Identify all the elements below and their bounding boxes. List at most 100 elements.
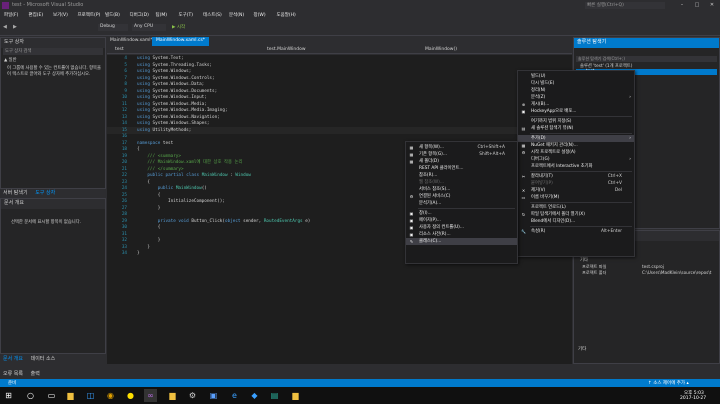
menu-item[interactable]: 도구(T) <box>179 12 194 18</box>
tab-mainwindow-xaml-cs[interactable]: MainWindow.xaml.cs* <box>152 37 210 46</box>
menu-item[interactable]: ⚙ 시작 프로젝트로 설정(A) <box>518 149 634 156</box>
menu-item[interactable]: ▣ 페이지(P)... <box>406 217 517 224</box>
menu-item[interactable]: 창(W) <box>254 12 266 18</box>
menu-item[interactable]: ▣ 리소스 사전(R)... <box>406 231 517 238</box>
property-row[interactable]: 프로젝트 폴더 C:\Users\MadKlein\source\repos\t <box>576 270 717 276</box>
menu-item[interactable]: ▦ 새 항목(W)... Ctrl+Shift+A <box>406 144 517 151</box>
search-icon[interactable]: ○ <box>24 389 37 402</box>
menu-item[interactable]: 분석기(A)... <box>406 200 517 207</box>
settings-icon[interactable]: ⚙ <box>186 389 199 402</box>
close-button[interactable]: ✕ <box>705 0 719 10</box>
start-button[interactable]: ▶ 시작 <box>172 24 185 30</box>
photos-icon[interactable]: ▣ <box>207 389 220 402</box>
menu-item-icon <box>521 95 526 100</box>
toolbox-tabs: 서버 탐색기 도구 상자 <box>0 189 106 197</box>
title-bar: test - Microsoft Visual Studio 빠른 실행(Ctr… <box>0 0 720 11</box>
menu-item-label: Blend에서 디자인(D)... <box>531 219 576 224</box>
file-explorer-icon[interactable]: ▆ <box>64 389 77 402</box>
minimize-button[interactable]: – <box>675 0 689 10</box>
windows-start-icon[interactable]: ⊞ <box>2 389 15 402</box>
menu-item-label: NuGet 패키지 관리(N)... <box>531 143 578 148</box>
menu-item[interactable]: Blend에서 디자인(D)... <box>518 218 634 225</box>
menu-item[interactable]: 프로젝트 언로드(L) <box>518 204 634 211</box>
forward-icon[interactable]: ▶ <box>13 24 17 30</box>
menu-item[interactable]: 빌드(B) <box>105 12 120 18</box>
chrome-icon[interactable]: ◉ <box>104 389 117 402</box>
menu-item[interactable]: ✂ 잘라내기(T) Ctrl+X <box>518 173 634 180</box>
menu-separator <box>530 116 632 117</box>
menu-item[interactable]: ⚙ 연결된 서비스(C) <box>406 193 517 200</box>
menu-item[interactable]: ▦ NuGet 패키지 관리(N)... <box>518 142 634 149</box>
kakaotalk-icon[interactable]: ● <box>124 389 137 402</box>
menu-item[interactable]: ▦ 기존 항목(G)... Shift+Alt+A <box>406 151 517 158</box>
menu-item[interactable]: ▭ 이름 바꾸기(M) <box>518 194 634 201</box>
menu-item[interactable]: 프로젝트에서 Interactive 초기화 <box>518 163 634 170</box>
menu-item[interactable]: 보기(V) <box>53 12 68 18</box>
back-icon[interactable]: ◀ <box>3 24 7 30</box>
menu-item[interactable]: 도움말(H) <box>277 12 296 18</box>
config-select[interactable]: Debug <box>98 24 128 31</box>
menu-item[interactable]: ✕ 제거(V) Del <box>518 187 634 194</box>
toolbox-search[interactable]: 도구 상자 검색 <box>3 48 103 55</box>
menu-item-label: 페이지(P)... <box>419 218 441 223</box>
maximize-button[interactable]: □ <box>690 0 704 10</box>
menu-item[interactable]: 참조(R)... <box>406 172 517 179</box>
menu-item-label: 시작 프로젝트로 설정(A) <box>531 150 576 155</box>
menu-item[interactable]: 디버그(D) <box>130 12 149 18</box>
menu-item[interactable]: 팀(M) <box>156 12 168 18</box>
menu-item[interactable]: ▤ 새 솔루션 탐색기 뷰(N) <box>518 125 634 132</box>
solution-search[interactable]: 솔루션 탐색기 검색(Ctrl+;) <box>576 56 717 62</box>
menu-item[interactable]: ⊕ 게시(B)... <box>518 101 634 108</box>
tab-document-outline[interactable]: 문서 개요 <box>0 355 26 365</box>
tab-data-sources[interactable]: 데이터 소스 <box>28 355 59 365</box>
tab-mainwindow-xaml[interactable]: MainWindow.xaml* <box>110 38 153 43</box>
property-value: test.csproj <box>642 264 664 269</box>
menu-item[interactable]: 테스트(S) <box>203 12 222 18</box>
menu-item[interactable]: ✎ 클래스(C)... <box>406 238 517 245</box>
menu-item[interactable]: ▣ 창(I)... <box>406 210 517 217</box>
menu-item[interactable]: ↻ 파일 탐색기에서 폴더 열기(X) <box>518 211 634 218</box>
app-icon[interactable]: ◆ <box>248 389 261 402</box>
menu-item[interactable]: ▦ 새 폴더(D) <box>406 158 517 165</box>
source-control-button[interactable]: ↑ 소스 제어에 추가 ▴ <box>648 380 689 386</box>
nav-class-select[interactable]: test.MainWindow <box>267 47 306 52</box>
menu-item[interactable]: 추가(D) › <box>518 135 634 142</box>
menu-item[interactable]: ▣ 사용자 정의 컨트롤(U)... <box>406 224 517 231</box>
menu-item[interactable]: 웹 참조(W)... <box>406 179 517 186</box>
quick-launch-input[interactable]: 빠른 실행(Ctrl+Q) <box>585 2 665 9</box>
menu-item-icon <box>521 74 526 79</box>
folder-icon[interactable]: ▆ <box>166 389 179 402</box>
platform-select[interactable]: Any CPU <box>132 24 166 31</box>
menu-item[interactable]: 편집(E) <box>29 12 44 18</box>
menu-item[interactable]: 다시 빌드(E) <box>518 80 634 87</box>
menu-item[interactable]: 붙여넣기(P) Ctrl+V <box>518 180 634 187</box>
edge-icon[interactable]: e <box>228 389 241 402</box>
menu-item[interactable]: 빌드(U) <box>518 73 634 80</box>
menu-item[interactable]: REST API 클라이언트... <box>406 165 517 172</box>
menu-item-icon <box>409 187 414 192</box>
menu-item-icon <box>521 164 526 169</box>
menu-item-icon: ⊕ <box>521 102 526 107</box>
app3-icon[interactable]: ▆ <box>289 389 302 402</box>
toolbox-title: 도구 상자 <box>1 38 105 48</box>
menu-item[interactable]: 여기까지 범위 지정(S) <box>518 118 634 125</box>
app2-icon[interactable]: ▤ <box>268 389 281 402</box>
nav-project-select[interactable]: test <box>115 47 124 52</box>
menu-item[interactable]: 🔧 속성(R) Alt+Enter <box>518 228 634 235</box>
nav-member-select[interactable]: MainWindow() <box>425 47 457 52</box>
menu-item[interactable]: 디버그(G) › <box>518 156 634 163</box>
menu-item[interactable]: 정리(N) <box>518 87 634 94</box>
visual-studio-icon[interactable]: ∞ <box>144 389 157 402</box>
menu-item[interactable]: 프로젝트(P) <box>78 12 101 18</box>
menu-item[interactable]: 분석(N) <box>229 12 244 18</box>
editor-navbar: test test.MainWindow MainWindow() <box>107 46 572 54</box>
menu-item[interactable]: 파일(F) <box>4 12 18 18</box>
window-title: test - Microsoft Visual Studio <box>12 2 84 8</box>
menu-item[interactable]: 분석(Z) › <box>518 94 634 101</box>
toolbox-group[interactable]: ▲ 일반 <box>4 57 17 63</box>
task-view-icon[interactable]: ▭ <box>45 389 58 402</box>
menu-item-icon: ▣ <box>409 218 414 223</box>
menu-item[interactable]: 서비스 참조(S)... <box>406 186 517 193</box>
store-icon[interactable]: ◫ <box>84 389 97 402</box>
menu-item[interactable]: ▣ HockeyApp으로 배포... <box>518 108 634 115</box>
